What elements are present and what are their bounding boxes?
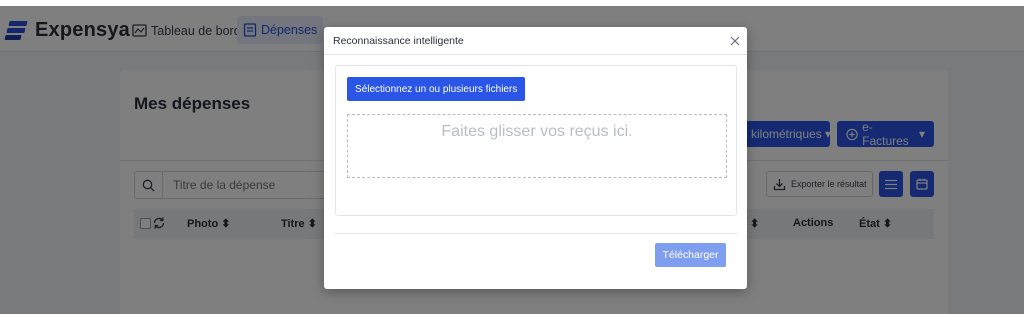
dropzone-text: Faites glisser vos reçus ici.: [441, 123, 633, 140]
upload-panel: Sélectionnez un ou plusieurs fichiers Fa…: [335, 65, 737, 216]
app-window: Expensya Tableau de bord Dépenses Mes dé…: [0, 6, 1024, 314]
modal-header: Reconnaissance intelligente: [324, 27, 747, 55]
smart-recognition-modal: Reconnaissance intelligente Sélectionnez…: [324, 27, 747, 289]
close-icon[interactable]: [727, 33, 743, 49]
modal-title: Reconnaissance intelligente: [333, 35, 464, 47]
modal-divider: [335, 233, 737, 234]
select-files-button[interactable]: Sélectionnez un ou plusieurs fichiers: [347, 77, 526, 101]
dropzone[interactable]: Faites glisser vos reçus ici.: [347, 114, 727, 178]
upload-button[interactable]: Télécharger: [655, 243, 726, 267]
